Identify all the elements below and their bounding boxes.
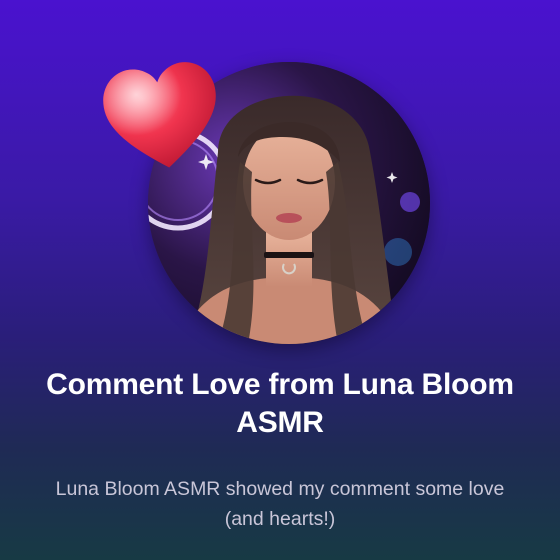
notification-title: Comment Love from Luna Bloom ASMR bbox=[46, 368, 514, 439]
heart-icon bbox=[103, 62, 216, 168]
notification-message: Luna Bloom ASMR showed my comment some l… bbox=[55, 478, 505, 530]
comment-love-card: Comment Love from Luna Bloom ASMR Luna B… bbox=[0, 0, 560, 560]
